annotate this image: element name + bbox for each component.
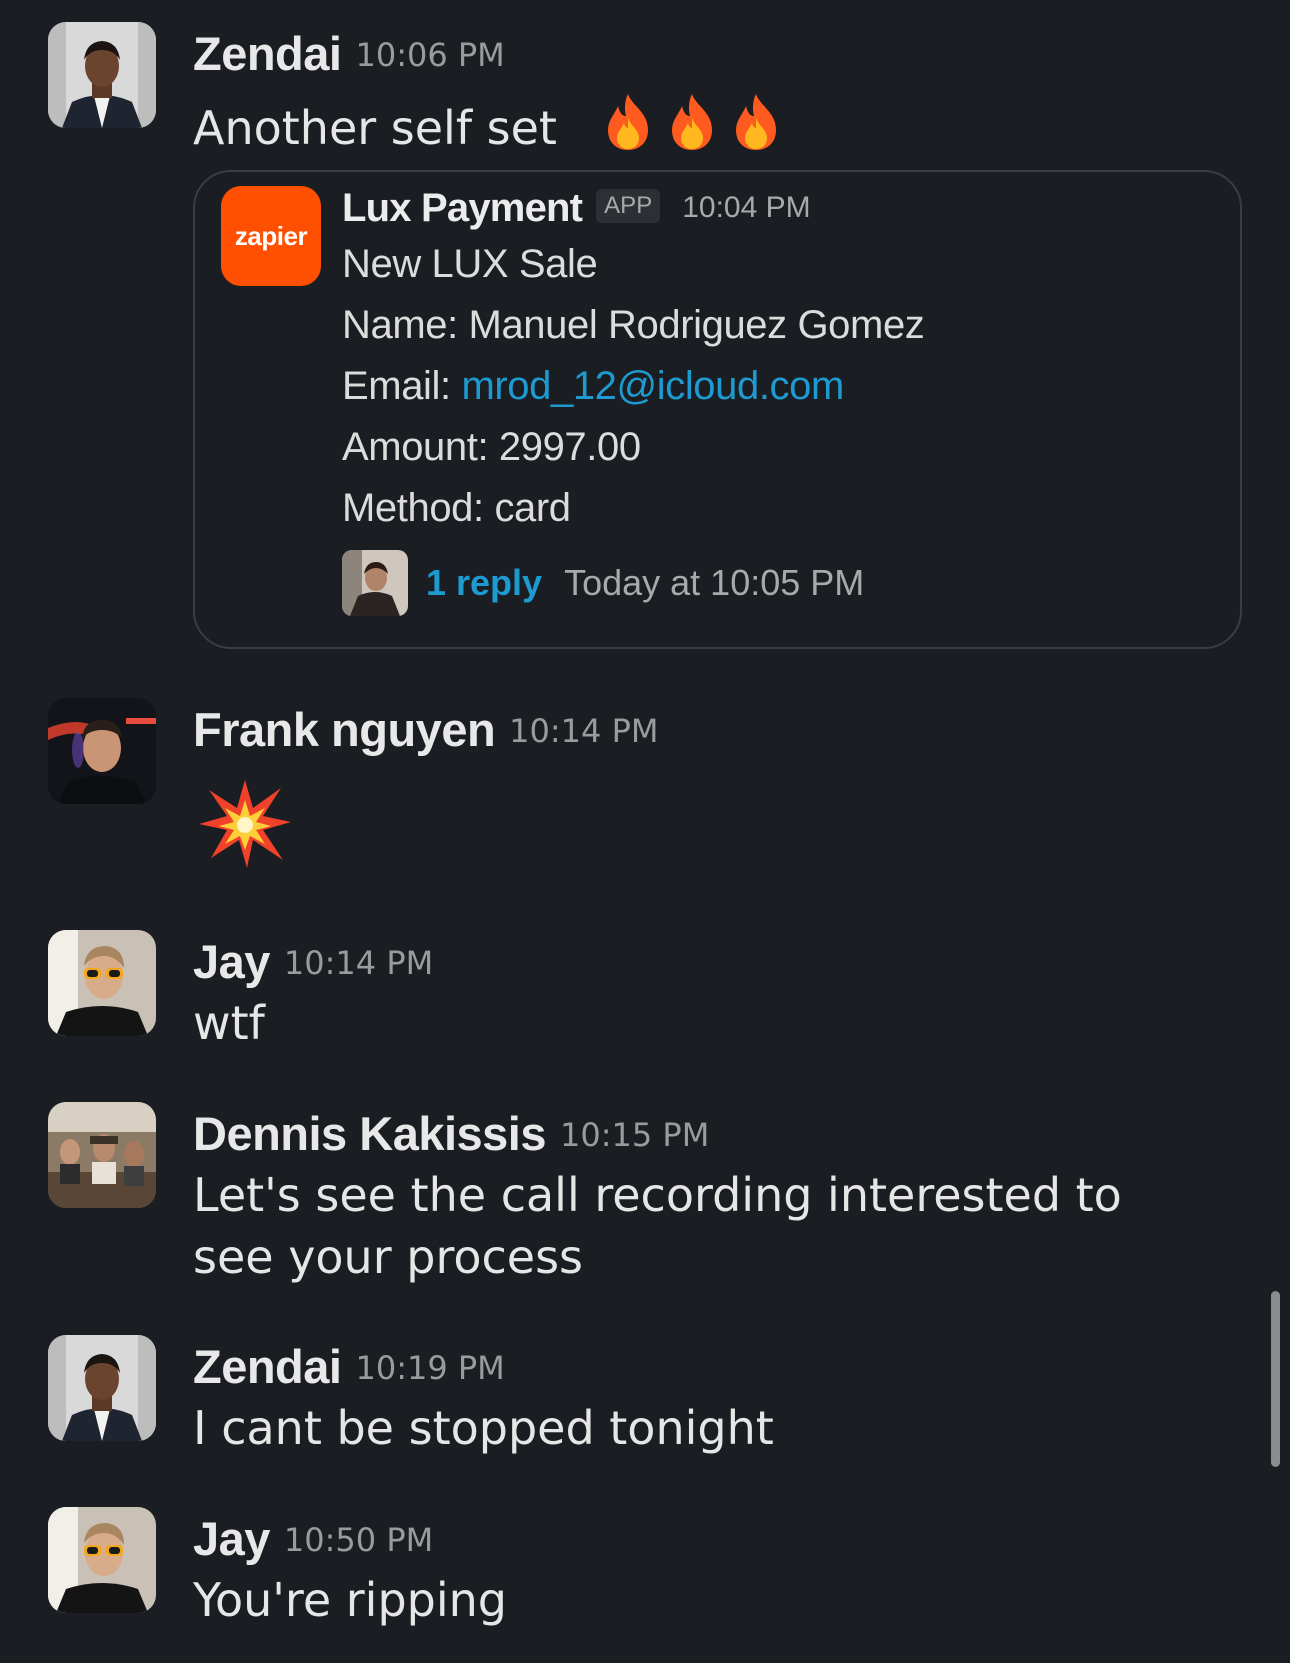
message: Zendai 10:06 PM Another self set zapier …	[48, 22, 1248, 672]
message-content: Dennis Kakissis 10:15 PM Let's see the c…	[193, 1102, 1253, 1288]
avatar[interactable]	[48, 22, 156, 128]
author-name[interactable]: Frank nguyen	[193, 702, 496, 757]
message-feed: Zendai 10:06 PM Another self set zapier …	[0, 0, 1290, 1663]
card-timestamp[interactable]: 10:04 PM	[682, 191, 810, 225]
timestamp[interactable]: 10:19 PM	[355, 1349, 504, 1387]
collision-icon	[199, 780, 291, 868]
sale-title: New LUX Sale	[342, 242, 598, 286]
avatar[interactable]	[48, 930, 156, 1036]
card-header: Lux Payment APP 10:04 PM	[342, 182, 1222, 234]
message-header: Jay 10:14 PM	[193, 930, 1253, 992]
message-text: Let's see the call recording interested …	[193, 1168, 1122, 1284]
message-header: Jay 10:50 PM	[193, 1507, 1253, 1569]
message-content: Zendai 10:06 PM Another self set	[193, 22, 1253, 159]
author-name[interactable]: Zendai	[193, 26, 342, 81]
message: Jay 10:14 PM wtf	[48, 930, 1248, 1060]
author-name[interactable]: Dennis Kakissis	[193, 1106, 547, 1161]
avatar[interactable]	[48, 1335, 156, 1441]
card-content: Lux Payment APP 10:04 PM New LUX Sale Na…	[342, 182, 1222, 619]
reply-count-link[interactable]: 1 reply	[426, 562, 542, 604]
message-content: Jay 10:14 PM wtf	[193, 930, 1253, 1054]
message-content: Zendai 10:19 PM I cant be stopped tonigh…	[193, 1335, 1253, 1459]
thread-summary[interactable]: 1 reply Today at 10:05 PM	[342, 547, 1222, 619]
message: Jay 10:50 PM You're ripping	[48, 1507, 1248, 1637]
author-name[interactable]: Zendai	[193, 1339, 342, 1394]
thread-reply-avatar	[342, 550, 408, 616]
message-text: I cant be stopped tonight	[193, 1401, 774, 1455]
app-badge: APP	[596, 189, 661, 223]
message: Dennis Kakissis 10:15 PM Let's see the c…	[48, 1102, 1248, 1292]
app-message-card: zapier Lux Payment APP 10:04 PM New LUX …	[193, 170, 1242, 649]
message-text: wtf	[193, 996, 265, 1050]
avatar[interactable]	[48, 1507, 156, 1613]
app-name[interactable]: Lux Payment	[342, 186, 583, 231]
zapier-logo[interactable]: zapier	[221, 186, 321, 286]
author-name[interactable]: Jay	[193, 1511, 270, 1566]
timestamp[interactable]: 10:06 PM	[355, 36, 504, 74]
last-reply-time: Today at 10:05 PM	[564, 562, 865, 603]
message-text-content: Another self set	[193, 101, 557, 155]
message: Frank nguyen 10:14 PM	[48, 698, 1248, 878]
message-emoji	[197, 778, 1253, 874]
message-text: You're ripping	[193, 1573, 507, 1627]
email-link[interactable]: mrod_12@icloud.com	[461, 364, 844, 408]
message: Zendai 10:19 PM I cant be stopped tonigh…	[48, 1335, 1248, 1465]
message-text: Another self set	[193, 84, 1253, 159]
timestamp[interactable]: 10:14 PM	[284, 944, 433, 982]
zapier-logo-text: zapier	[234, 220, 308, 251]
timestamp[interactable]: 10:15 PM	[560, 1116, 709, 1154]
message-content: Jay 10:50 PM You're ripping	[193, 1507, 1253, 1631]
email-label: Email:	[342, 364, 462, 408]
avatar[interactable]	[48, 1102, 156, 1208]
message-header: Dennis Kakissis 10:15 PM	[193, 1102, 1253, 1164]
message-header: Zendai 10:19 PM	[193, 1335, 1253, 1397]
fire-icon	[735, 94, 776, 150]
sale-method: Method: card	[342, 486, 571, 530]
sale-name: Name: Manuel Rodriguez Gomez	[342, 303, 925, 347]
avatar[interactable]	[48, 698, 156, 804]
fire-icon	[607, 94, 648, 150]
scrollbar-thumb[interactable]	[1271, 1291, 1280, 1467]
author-name[interactable]: Jay	[193, 934, 270, 989]
timestamp[interactable]: 10:50 PM	[284, 1521, 433, 1559]
message-header: Frank nguyen 10:14 PM	[193, 698, 1253, 760]
emoji-group	[602, 92, 782, 152]
message-header: Zendai 10:06 PM	[193, 22, 1253, 84]
timestamp[interactable]: 10:14 PM	[509, 712, 658, 750]
sale-amount: Amount: 2997.00	[342, 425, 641, 469]
sale-email: Email: mrod_12@icloud.com	[342, 356, 1222, 417]
message-content: Frank nguyen 10:14 PM	[193, 698, 1253, 874]
fire-icon	[671, 94, 712, 150]
